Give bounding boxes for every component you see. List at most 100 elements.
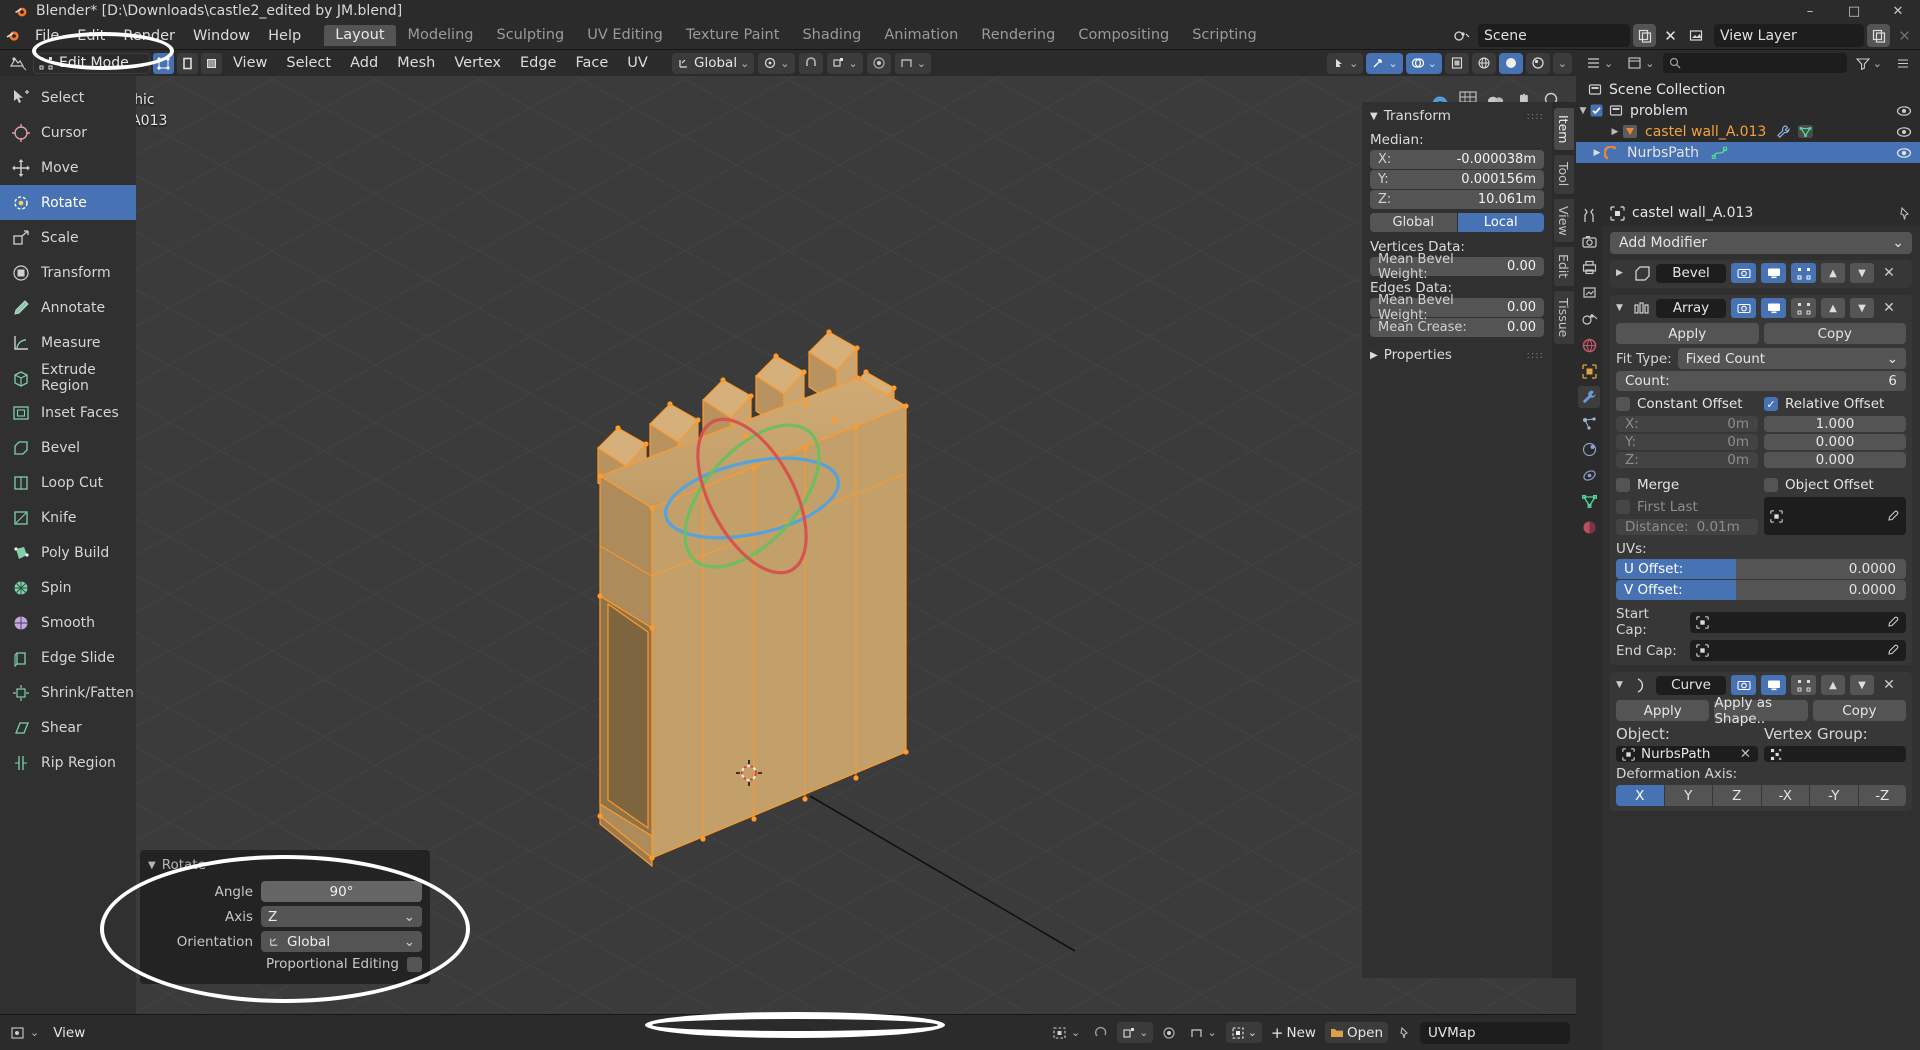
tool-extrude-region[interactable]: Extrude Region xyxy=(0,360,136,395)
modifier-name-field[interactable]: Bevel xyxy=(1656,263,1726,283)
deformation-axis-x[interactable]: X xyxy=(1616,785,1664,806)
viewport-menu-vertex[interactable]: Vertex xyxy=(446,53,509,73)
tool-bevel[interactable]: Bevel xyxy=(0,430,136,465)
snap-magnet-button[interactable] xyxy=(798,52,823,74)
object-offset-field[interactable] xyxy=(1764,497,1906,535)
tool-select[interactable]: Select xyxy=(0,80,136,115)
median-x-field[interactable]: X: -0.000038m xyxy=(1370,150,1544,169)
triangle-right-icon[interactable]: ▶ xyxy=(1616,268,1629,278)
properties-panel-header[interactable]: ▶ Properties :::: xyxy=(1362,341,1552,368)
viewport-menu-uv[interactable]: UV xyxy=(619,53,656,73)
outliner-editor-type-icon[interactable]: ⌄ xyxy=(1581,53,1618,74)
sidebar-tab-tissue[interactable]: Tissue xyxy=(1554,290,1574,345)
menu-render[interactable]: Render xyxy=(114,25,184,47)
modifier-delete-button[interactable]: ✕ xyxy=(1879,298,1899,318)
maximize-button[interactable]: □ xyxy=(1832,0,1876,22)
sidebar-tab-edit[interactable]: Edit xyxy=(1554,247,1574,286)
vertex-mean-bevel-weight-field[interactable]: Mean Bevel Weight: 0.00 xyxy=(1370,252,1544,282)
shading-solid-button[interactable] xyxy=(1498,52,1523,74)
workspace-tab-modeling[interactable]: Modeling xyxy=(397,25,485,46)
viewport-menu-add[interactable]: Add xyxy=(342,53,386,73)
constant-offset-x-field[interactable]: X: 0m xyxy=(1616,416,1758,432)
outliner-filter-icon[interactable]: ⌄ xyxy=(1851,53,1887,74)
constant-offset-checkbox[interactable] xyxy=(1616,397,1630,411)
curve-apply-button[interactable]: Apply xyxy=(1616,700,1710,721)
proportional-falloff-selector[interactable]: ⌄ xyxy=(894,52,931,74)
properties-tab-output[interactable] xyxy=(1578,256,1600,278)
modifier-move-up-button[interactable]: ▲ xyxy=(1821,263,1845,283)
edge-mean-bevel-weight-field[interactable]: Mean Bevel Weight: 0.00 xyxy=(1370,293,1544,323)
visibility-checkbox[interactable] xyxy=(1590,104,1603,117)
modifier-header[interactable]: ▼ Array ▲ ▼ ✕ xyxy=(1610,295,1912,321)
triangle-down-icon[interactable]: ▼ xyxy=(1616,303,1629,313)
transform-orientation-selector[interactable]: Global ⌄ xyxy=(672,52,755,74)
operator-panel-header[interactable]: ▼ Rotate xyxy=(140,855,430,881)
viewlayer-name-field[interactable]: View Layer xyxy=(1714,24,1864,47)
viewport-menu-mesh[interactable]: Mesh xyxy=(389,53,443,73)
viewport-menu-view[interactable]: View xyxy=(225,53,275,73)
tool-scale[interactable]: Scale xyxy=(0,220,136,255)
u-offset-field[interactable]: U Offset: 0.0000 xyxy=(1616,559,1906,579)
new-viewlayer-icon[interactable] xyxy=(1867,24,1890,47)
tool-shear[interactable]: Shear xyxy=(0,710,136,745)
unlink-scene-icon[interactable]: ✕ xyxy=(1659,24,1682,47)
mesh-data-icon[interactable] xyxy=(1797,124,1814,139)
tool-spin[interactable]: Spin xyxy=(0,570,136,605)
modifier-move-down-button[interactable]: ▼ xyxy=(1850,298,1874,318)
outliner-display-mode-icon[interactable]: ⌄ xyxy=(1622,53,1659,74)
triangle-down-icon[interactable]: ▼ xyxy=(1616,680,1629,690)
eyedropper-icon[interactable] xyxy=(1886,644,1899,657)
3d-viewport[interactable]: User Orthographic (2) castel wall_A013 xyxy=(0,76,1576,1014)
median-z-field[interactable]: Z: 10.061m xyxy=(1370,190,1544,209)
tool-annotate[interactable]: Annotate xyxy=(0,290,136,325)
viewport-menu-select[interactable]: Select xyxy=(278,53,339,73)
relative-offset-z-field[interactable]: 0.000 xyxy=(1764,452,1906,468)
modifier-viewport-toggle[interactable] xyxy=(1761,263,1786,283)
workspace-tab-rendering[interactable]: Rendering xyxy=(970,25,1066,46)
sidebar-tab-tool[interactable]: Tool xyxy=(1554,155,1574,194)
workspace-tab-shading[interactable]: Shading xyxy=(791,25,872,46)
modifier-name-field[interactable]: Curve xyxy=(1656,675,1726,695)
properties-tab-material[interactable] xyxy=(1578,516,1600,538)
eye-icon[interactable] xyxy=(1896,126,1912,138)
modifier-header[interactable]: ▶ Bevel ▲ ▼ ✕ xyxy=(1610,260,1912,286)
tool-poly-build[interactable]: Poly Build xyxy=(0,535,136,570)
modifier-editmode-toggle[interactable] xyxy=(1791,263,1816,283)
menu-window[interactable]: Window xyxy=(184,25,259,47)
show-overlays-button[interactable]: ⌄ xyxy=(1405,52,1442,74)
disclosure-triangle-icon[interactable]: ▶ xyxy=(1590,148,1604,158)
editor-type-icon[interactable] xyxy=(4,52,30,75)
uv-new-image-button[interactable]: + New xyxy=(1266,1022,1321,1043)
modifier-editmode-toggle[interactable] xyxy=(1791,298,1816,318)
modifier-move-down-button[interactable]: ▼ xyxy=(1850,675,1874,695)
first-last-checkbox[interactable] xyxy=(1616,500,1630,514)
tool-inset-faces[interactable]: Inset Faces xyxy=(0,395,136,430)
relative-offset-checkbox[interactable]: ✓ xyxy=(1764,397,1778,411)
tool-smooth[interactable]: Smooth xyxy=(0,605,136,640)
scene-name-field[interactable]: Scene xyxy=(1478,24,1630,47)
relative-offset-x-field[interactable]: 1.000 xyxy=(1764,416,1906,432)
uv-snap-icon[interactable]: ⌄ xyxy=(1117,1022,1154,1043)
curve-copy-button[interactable]: Copy xyxy=(1812,700,1906,721)
properties-tab-tool[interactable] xyxy=(1578,204,1600,226)
tool-move[interactable]: Move xyxy=(0,150,136,185)
wrench-icon[interactable] xyxy=(1776,124,1791,139)
shading-wireframe-button[interactable] xyxy=(1471,52,1496,74)
properties-tab-physics[interactable] xyxy=(1578,438,1600,460)
modifier-render-toggle[interactable] xyxy=(1731,675,1756,695)
eye-icon[interactable] xyxy=(1896,105,1912,117)
uv-open-image-button[interactable]: Open xyxy=(1324,1022,1388,1043)
constant-offset-z-field[interactable]: Z: 0m xyxy=(1616,452,1758,468)
modifier-move-up-button[interactable]: ▲ xyxy=(1821,675,1845,695)
curve-vertex-group-field[interactable] xyxy=(1764,746,1906,762)
uv-editor-type-icon[interactable]: ⌄ xyxy=(6,1022,44,1043)
eyedropper-icon[interactable] xyxy=(1886,510,1899,523)
merge-checkbox-row[interactable]: Merge xyxy=(1616,475,1758,495)
menu-help[interactable]: Help xyxy=(259,25,310,47)
eyedropper-icon[interactable] xyxy=(1886,616,1899,629)
tool-loop-cut[interactable]: Loop Cut xyxy=(0,465,136,500)
menu-file[interactable]: File xyxy=(26,25,68,47)
workspace-tab-scripting[interactable]: Scripting xyxy=(1181,25,1267,46)
array-copy-button[interactable]: Copy xyxy=(1763,323,1906,344)
disclosure-triangle-icon[interactable]: ▶ xyxy=(1608,127,1622,137)
